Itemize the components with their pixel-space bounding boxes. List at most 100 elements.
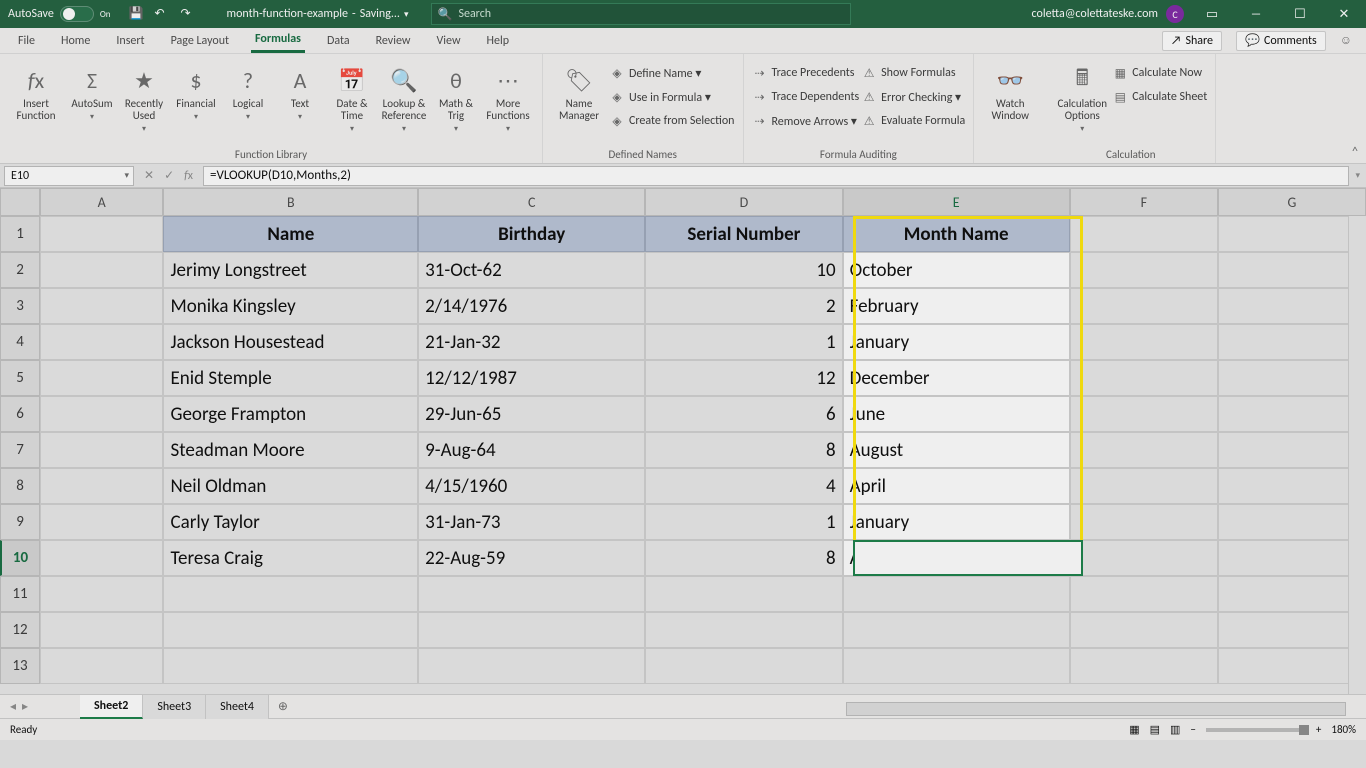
lookup-reference-button[interactable]: 🔍Lookup & Reference▾	[378, 58, 430, 146]
cell[interactable]	[40, 288, 163, 324]
row-header-3[interactable]: 3	[0, 288, 40, 324]
close-icon[interactable]: ✕	[1322, 0, 1366, 28]
cell[interactable]	[1070, 504, 1218, 540]
minimize-icon[interactable]: ―	[1234, 0, 1278, 28]
smiley-icon[interactable]: ☺	[1340, 33, 1352, 48]
cell[interactable]	[843, 576, 1070, 612]
table-row[interactable]: Teresa Craig22-Aug-598August	[40, 540, 1366, 576]
chevron-down-icon[interactable]: ▾	[404, 9, 409, 20]
cell[interactable]: 29-Jun-65	[418, 396, 645, 432]
worksheet[interactable]: 12345678910111213 ABCDEFG NameBirthdaySe…	[0, 188, 1366, 694]
column-header-D[interactable]: D	[645, 188, 842, 216]
cell[interactable]	[40, 216, 163, 252]
tab-review[interactable]: Review	[372, 28, 415, 53]
table-row[interactable]: George Frampton29-Jun-656June	[40, 396, 1366, 432]
formula-input[interactable]: =VLOOKUP(D10,Months,2)	[203, 166, 1349, 186]
cell[interactable]	[1070, 648, 1218, 684]
cell[interactable]	[1070, 324, 1218, 360]
cell[interactable]	[645, 612, 842, 648]
name-box[interactable]: E10 ▾	[4, 166, 134, 186]
table-row[interactable]	[40, 648, 1366, 684]
cell[interactable]	[1070, 396, 1218, 432]
watch-window-button[interactable]: 👓 Watch Window	[982, 58, 1038, 146]
cell[interactable]: 1	[645, 504, 842, 540]
cell[interactable]	[1218, 468, 1366, 504]
financial-button[interactable]: $Financial▾	[170, 58, 222, 146]
cell[interactable]: January	[843, 504, 1070, 540]
cell[interactable]: 9-Aug-64	[418, 432, 645, 468]
cell[interactable]	[1218, 576, 1366, 612]
calculation-options-button[interactable]: 🖩 Calculation Options ▾	[1054, 58, 1110, 146]
cell[interactable]: 22-Aug-59	[418, 540, 645, 576]
table-row[interactable]: Steadman Moore9-Aug-648August	[40, 432, 1366, 468]
text-button[interactable]: AText▾	[274, 58, 326, 146]
date-time-button[interactable]: 📅Date & Time▾	[326, 58, 378, 146]
calculate-now-button[interactable]: ▦Calculate Now	[1112, 62, 1207, 84]
fx-icon[interactable]: fx	[184, 169, 193, 183]
tab-data[interactable]: Data	[323, 28, 354, 53]
name-manager-button[interactable]: 🏷 Name Manager	[551, 58, 607, 146]
row-header-10[interactable]: 10	[0, 540, 40, 576]
cell[interactable]	[1070, 216, 1218, 252]
cell[interactable]	[1070, 432, 1218, 468]
cell[interactable]	[1218, 396, 1366, 432]
zoom-in-icon[interactable]: +	[1316, 723, 1321, 736]
search-box[interactable]: 🔍 Search	[431, 3, 851, 25]
row-header-7[interactable]: 7	[0, 432, 40, 468]
share-button[interactable]: ↗Share	[1162, 31, 1222, 51]
tab-view[interactable]: View	[432, 28, 464, 53]
cell[interactable]	[645, 576, 842, 612]
chevron-down-icon[interactable]: ▾	[124, 170, 133, 181]
cell[interactable]	[40, 504, 163, 540]
select-all-corner[interactable]	[0, 188, 40, 216]
trace-precedents-button[interactable]: ⇢Trace Precedents	[752, 62, 860, 84]
tab-page-layout[interactable]: Page Layout	[167, 28, 233, 53]
column-header-F[interactable]: F	[1070, 188, 1218, 216]
cell[interactable]	[40, 252, 163, 288]
cell[interactable]: 2	[645, 288, 842, 324]
column-header-E[interactable]: E	[843, 188, 1070, 216]
tab-formulas[interactable]: Formulas	[251, 28, 305, 53]
cell[interactable]	[1218, 432, 1366, 468]
cell[interactable]	[40, 396, 163, 432]
cell[interactable]	[40, 648, 163, 684]
row-header-2[interactable]: 2	[0, 252, 40, 288]
table-row[interactable]	[40, 612, 1366, 648]
horizontal-scrollbar[interactable]	[297, 698, 1366, 716]
sheet-tab-sheet4[interactable]: Sheet4	[206, 695, 269, 719]
prev-sheet-icon[interactable]: ◂	[10, 699, 16, 714]
trace-dependents-button[interactable]: ⇢Trace Dependents	[752, 86, 860, 108]
cell[interactable]: August	[843, 432, 1070, 468]
sheet-tab-sheet2[interactable]: Sheet2	[80, 695, 143, 719]
toggle-switch-icon[interactable]	[60, 6, 94, 22]
row-header-1[interactable]: 1	[0, 216, 40, 252]
expand-formula-bar-icon[interactable]: ▾	[1349, 170, 1366, 181]
cell[interactable]	[1218, 252, 1366, 288]
table-row[interactable]	[40, 576, 1366, 612]
add-sheet-button[interactable]: ⊕	[269, 699, 297, 714]
cell[interactable]	[1218, 540, 1366, 576]
row-header-11[interactable]: 11	[0, 576, 40, 612]
create-from-selection-button[interactable]: ◈Create from Selection	[609, 110, 735, 132]
cell[interactable]: Birthday	[418, 216, 645, 252]
column-header-C[interactable]: C	[418, 188, 645, 216]
vertical-scrollbar[interactable]	[1348, 216, 1366, 694]
cell[interactable]	[40, 432, 163, 468]
math-trig-button[interactable]: θMath & Trig▾	[430, 58, 482, 146]
define-name-button[interactable]: ◈Define Name ▾	[609, 62, 735, 84]
column-header-B[interactable]: B	[163, 188, 418, 216]
cell[interactable]	[40, 576, 163, 612]
comments-button[interactable]: 💬Comments	[1236, 31, 1326, 51]
cell[interactable]	[1070, 576, 1218, 612]
zoom-level[interactable]: 180%	[1331, 723, 1356, 736]
sheet-tab-sheet3[interactable]: Sheet3	[143, 695, 206, 719]
cell[interactable]	[40, 540, 163, 576]
autosave-toggle[interactable]: AutoSave On	[0, 6, 119, 22]
table-row[interactable]: NameBirthdaySerial NumberMonth Name	[40, 216, 1366, 252]
cell[interactable]	[163, 612, 418, 648]
tab-help[interactable]: Help	[483, 28, 514, 53]
cell[interactable]: 21-Jan-32	[418, 324, 645, 360]
cell[interactable]	[1070, 288, 1218, 324]
table-row[interactable]: Jerimy Longstreet31-Oct-6210October	[40, 252, 1366, 288]
cell[interactable]	[163, 648, 418, 684]
